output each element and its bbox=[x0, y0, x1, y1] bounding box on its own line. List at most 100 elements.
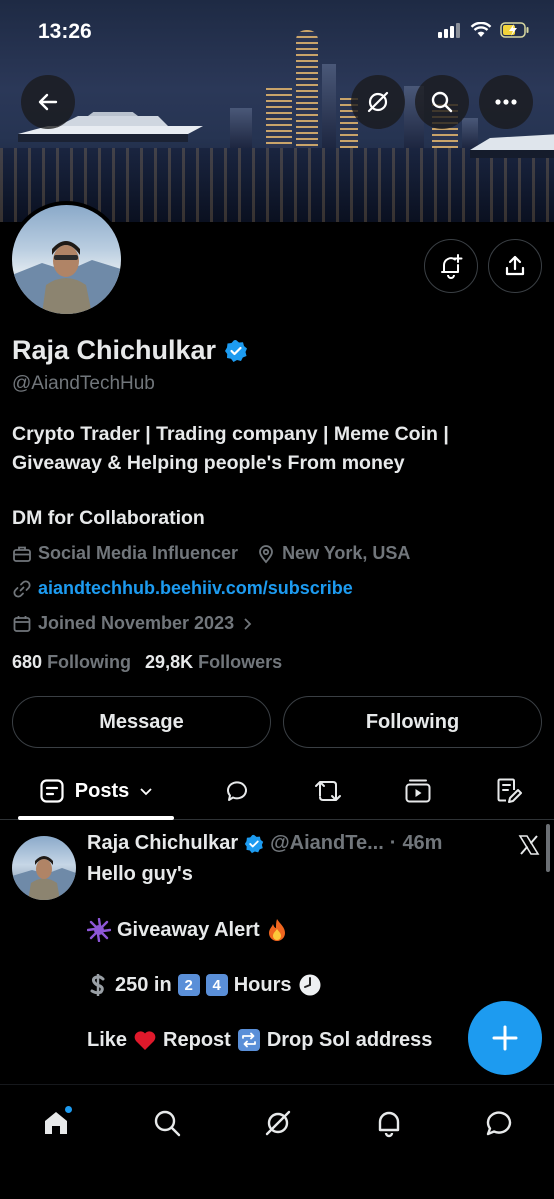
plus-icon bbox=[492, 1025, 518, 1051]
search-icon bbox=[431, 91, 453, 113]
wifi-icon bbox=[470, 22, 492, 37]
tab-replies[interactable] bbox=[217, 764, 257, 818]
tab-active-indicator bbox=[18, 816, 174, 820]
link-icon bbox=[13, 579, 31, 598]
profile-joined-row[interactable]: Joined November 2023 bbox=[12, 613, 254, 634]
post-hours-text: Hours bbox=[233, 973, 292, 996]
back-button[interactable] bbox=[21, 75, 75, 129]
notification-dot bbox=[65, 1106, 72, 1113]
post-separator: · bbox=[389, 832, 397, 854]
banner-building bbox=[322, 64, 336, 148]
post-time: 46m bbox=[402, 832, 443, 854]
post-header: Raja Chichulkar @AiandTe... · 46m bbox=[87, 832, 442, 855]
back-arrow-icon bbox=[38, 93, 58, 111]
grok-button[interactable] bbox=[351, 75, 405, 129]
nav-notifications[interactable] bbox=[369, 1103, 409, 1143]
tab-media[interactable] bbox=[398, 764, 438, 818]
tab-reposts[interactable] bbox=[308, 764, 348, 818]
follow-counts: 680 Following 29,8K Followers bbox=[12, 652, 282, 673]
verified-badge-icon bbox=[245, 834, 264, 853]
signal-icon bbox=[438, 23, 460, 38]
bio-line: Crypto Trader | Trading company | Meme C… bbox=[12, 423, 449, 445]
bell-icon bbox=[378, 1111, 400, 1138]
profile-bio: Crypto Trader | Trading company | Meme C… bbox=[12, 420, 532, 478]
verified-badge-icon[interactable] bbox=[224, 339, 248, 363]
share-icon bbox=[505, 255, 525, 276]
post-drop-text: Drop Sol address bbox=[266, 1028, 433, 1051]
calendar-icon bbox=[13, 615, 31, 632]
article-edit-icon bbox=[497, 778, 522, 803]
tab-posts-label: Posts bbox=[74, 779, 130, 802]
bottom-nav bbox=[0, 1084, 554, 1199]
tab-posts[interactable]: Posts bbox=[18, 764, 174, 818]
repost-icon bbox=[315, 781, 341, 801]
share-button[interactable] bbox=[488, 239, 542, 293]
bio-dm-line: DM for Collaboration bbox=[12, 507, 205, 529]
more-dots-icon bbox=[495, 99, 517, 105]
post-repost-text: Repost bbox=[163, 1028, 231, 1051]
post-author-avatar[interactable] bbox=[12, 836, 76, 900]
post-text-line: 250 in 2 4 Hours bbox=[87, 973, 322, 997]
following-count: 680 bbox=[12, 652, 43, 672]
bio-line: Giveaway & Helping people's From money bbox=[12, 452, 405, 474]
post-amount-text: 250 in bbox=[115, 973, 172, 996]
profile-tabs: Posts bbox=[0, 764, 554, 820]
scrollbar[interactable] bbox=[546, 824, 550, 872]
nav-grok[interactable] bbox=[258, 1103, 298, 1143]
message-button[interactable]: Message bbox=[12, 696, 271, 748]
post-author-handle: @AiandTe... bbox=[270, 832, 384, 854]
reply-bubble-icon bbox=[227, 781, 247, 801]
avatar-photo bbox=[12, 856, 76, 900]
nav-messages[interactable] bbox=[479, 1103, 519, 1143]
search-icon bbox=[154, 1110, 181, 1137]
clock-emoji-icon bbox=[299, 974, 320, 996]
profile-location: New York, USA bbox=[282, 543, 411, 563]
notify-button[interactable] bbox=[424, 239, 478, 293]
following-button-label: Following bbox=[365, 710, 460, 733]
profile-website-link[interactable]: aiandtechhub.beehiiv.com/subscribe bbox=[38, 578, 353, 599]
briefcase-icon bbox=[13, 546, 31, 562]
grok-icon bbox=[265, 1110, 291, 1136]
battery-icon bbox=[500, 22, 529, 38]
banner-building bbox=[230, 108, 252, 148]
post-text-line: Hello guy's bbox=[87, 863, 193, 885]
status-bar: 13:26 bbox=[0, 0, 554, 64]
following-count-link[interactable]: 680 Following bbox=[12, 652, 131, 673]
keycap-emoji: 2 bbox=[177, 974, 200, 996]
profile-joined: Joined November 2023 bbox=[38, 613, 235, 633]
dollar-emoji-icon bbox=[90, 974, 105, 996]
profile-name: Raja Chichulkar bbox=[12, 335, 248, 366]
post-author-name[interactable]: Raja Chichulkar bbox=[87, 832, 238, 855]
nav-home[interactable] bbox=[36, 1103, 76, 1143]
repeat-emoji-icon bbox=[237, 1029, 260, 1051]
compose-button[interactable] bbox=[468, 1001, 542, 1075]
tab-articles[interactable] bbox=[489, 764, 529, 818]
nav-search[interactable] bbox=[147, 1103, 187, 1143]
splash-emoji-icon bbox=[87, 918, 111, 942]
profile-handle: @AiandTechHub bbox=[12, 373, 155, 394]
following-button[interactable]: Following bbox=[283, 696, 542, 748]
search-button[interactable] bbox=[415, 75, 469, 129]
profile-website-row[interactable]: aiandtechhub.beehiiv.com/subscribe bbox=[12, 578, 353, 599]
post-giveaway-text: Giveaway Alert bbox=[117, 918, 260, 941]
followers-count-link[interactable]: 29,8K Followers bbox=[145, 652, 282, 673]
grok-icon bbox=[367, 91, 389, 113]
profile-name-text: Raja Chichulkar bbox=[12, 335, 217, 365]
banner-building bbox=[266, 88, 292, 148]
fire-emoji-icon bbox=[268, 919, 285, 941]
profile-avatar[interactable] bbox=[8, 201, 125, 318]
chat-bubble-icon bbox=[486, 1111, 512, 1136]
post-text-line: Like Repost Drop Sol address bbox=[87, 1028, 432, 1052]
following-count-label: Following bbox=[47, 652, 132, 672]
followers-count-label: Followers bbox=[198, 652, 283, 672]
profile-category: Social Media Influencer bbox=[38, 543, 239, 563]
avatar-photo bbox=[12, 241, 121, 314]
followers-count: 29,8K bbox=[145, 652, 194, 672]
posts-icon bbox=[40, 779, 64, 803]
more-button[interactable] bbox=[479, 75, 533, 129]
post-like-text: Like bbox=[87, 1028, 128, 1051]
chevron-down-icon bbox=[140, 788, 152, 796]
keycap-emoji: 4 bbox=[205, 974, 228, 996]
bell-plus-icon bbox=[441, 254, 463, 279]
profile-meta-row: Social Media Influencer New York, USA bbox=[12, 543, 410, 564]
